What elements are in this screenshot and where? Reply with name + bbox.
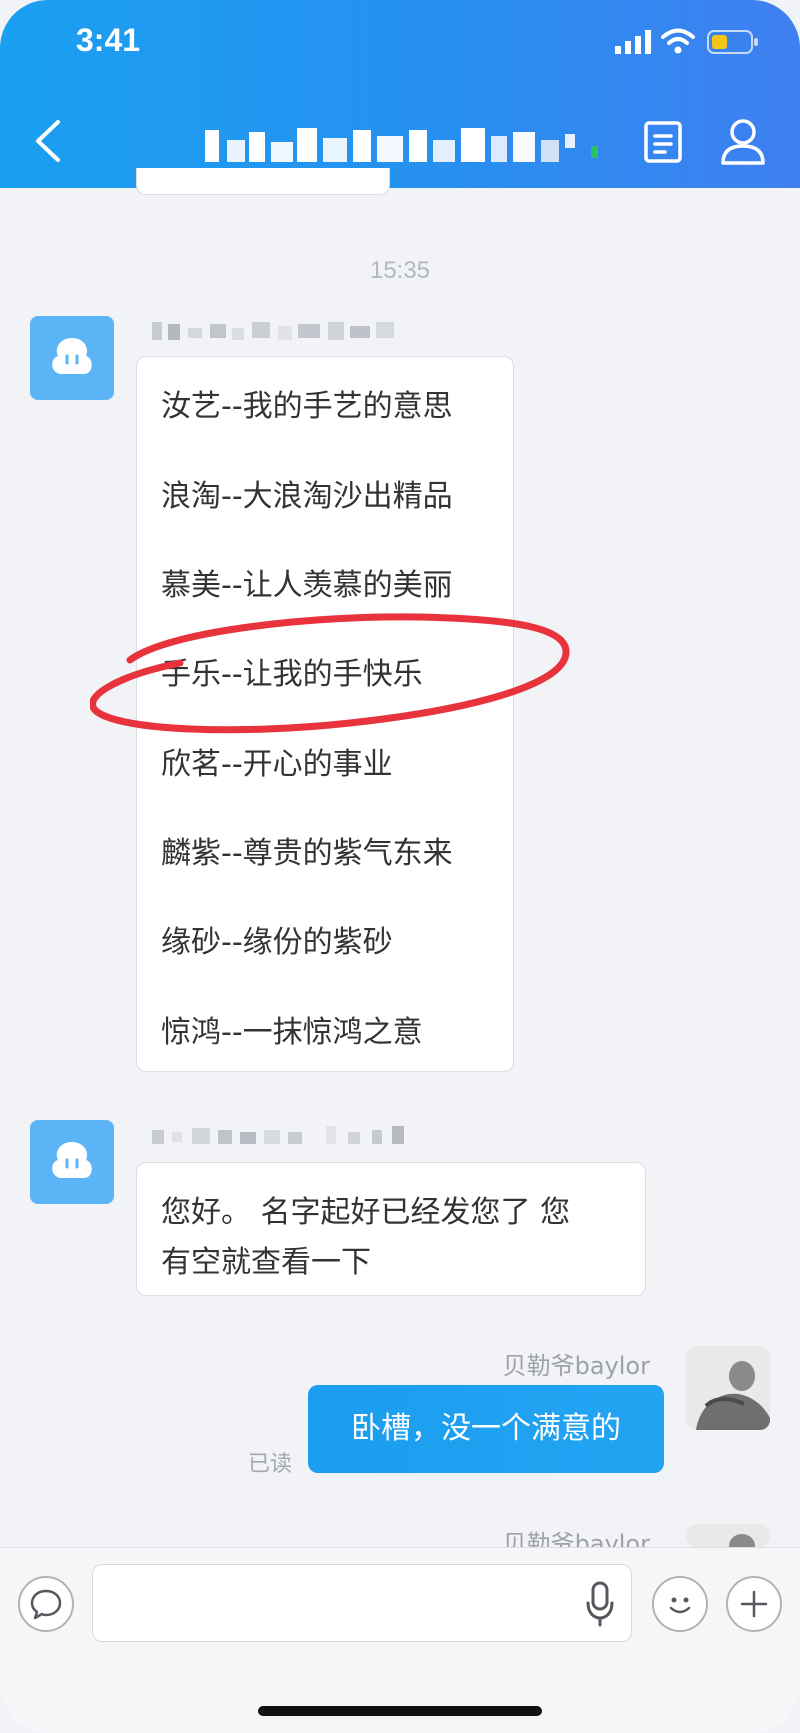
- agent-message-bubble: 汝艺--我的手艺的意思 浪淘--大浪淘沙出精品 慕美--让人羡慕的美丽 手乐--…: [136, 356, 514, 1072]
- back-chevron-icon[interactable]: [30, 118, 66, 164]
- profile-person-icon[interactable]: [720, 118, 766, 166]
- message-line: 麟紫--尊贵的紫气东来: [161, 836, 453, 871]
- user-photo: [686, 1524, 770, 1547]
- agent-avatar[interactable]: [30, 316, 114, 400]
- message-line: 浪淘--大浪淘沙出精品: [161, 479, 453, 514]
- cloud-mascot-icon: [52, 338, 92, 374]
- previous-message-bubble-edge: [136, 168, 390, 195]
- agent-message-bubble: 您好。 名字起好已经发您了 您 有空就查看一下: [136, 1162, 646, 1296]
- my-message-bubble: 卧槽，没一个满意的: [308, 1385, 664, 1473]
- my-sender-name: 贝勒爷baylor: [502, 1352, 650, 1380]
- smiley-icon: [669, 1597, 691, 1614]
- message-line: 慕美--让人羡慕的美丽: [161, 568, 453, 603]
- message-line: 手乐--让我的手快乐: [161, 657, 423, 692]
- home-indicator[interactable]: [258, 1706, 542, 1716]
- my-avatar[interactable]: [686, 1346, 770, 1430]
- notes-document-icon[interactable]: [643, 120, 683, 164]
- message-line: 欣茗--开心的事业: [161, 747, 393, 782]
- message-timestamp: 15:35: [369, 257, 431, 284]
- message-line: 您好。 名字起好已经发您了 您: [161, 1195, 571, 1230]
- cellular-signal-icon: [615, 30, 651, 54]
- chat-bubble-icon: [30, 1589, 62, 1620]
- status-time: 3:41: [76, 22, 141, 58]
- message-line: 有空就查看一下: [161, 1245, 371, 1280]
- chat-mode-button[interactable]: [18, 1576, 74, 1632]
- chat-title-pixelated: [205, 128, 598, 162]
- agent-avatar[interactable]: [30, 1120, 114, 1204]
- user-photo: [686, 1346, 770, 1430]
- wifi-icon: [661, 28, 695, 54]
- my-avatar[interactable]: [686, 1524, 770, 1547]
- message-line: 惊鸿--一抹惊鸿之意: [161, 1015, 423, 1050]
- microphone-icon[interactable]: [585, 1581, 615, 1627]
- agent-name-pixelated: [152, 1126, 404, 1144]
- more-plus-button[interactable]: [726, 1576, 782, 1632]
- battery-icon: [707, 30, 758, 54]
- read-status: 已读: [248, 1452, 293, 1477]
- cloud-mascot-icon: [52, 1142, 92, 1178]
- message-text-input[interactable]: [92, 1564, 632, 1642]
- plus-icon: [740, 1590, 768, 1618]
- agent-name-pixelated: [152, 322, 394, 340]
- chat-screen: 3:41 15:35 汝艺--我的手艺的意思 浪淘--大浪淘沙出精品 慕美--让…: [0, 0, 800, 1733]
- message-line: 汝艺--我的手艺的意思: [161, 389, 453, 424]
- emoji-button[interactable]: [652, 1576, 708, 1632]
- message-line: 缘砂--缘份的紫砂: [161, 925, 393, 960]
- header-bar: 3:41: [0, 0, 800, 188]
